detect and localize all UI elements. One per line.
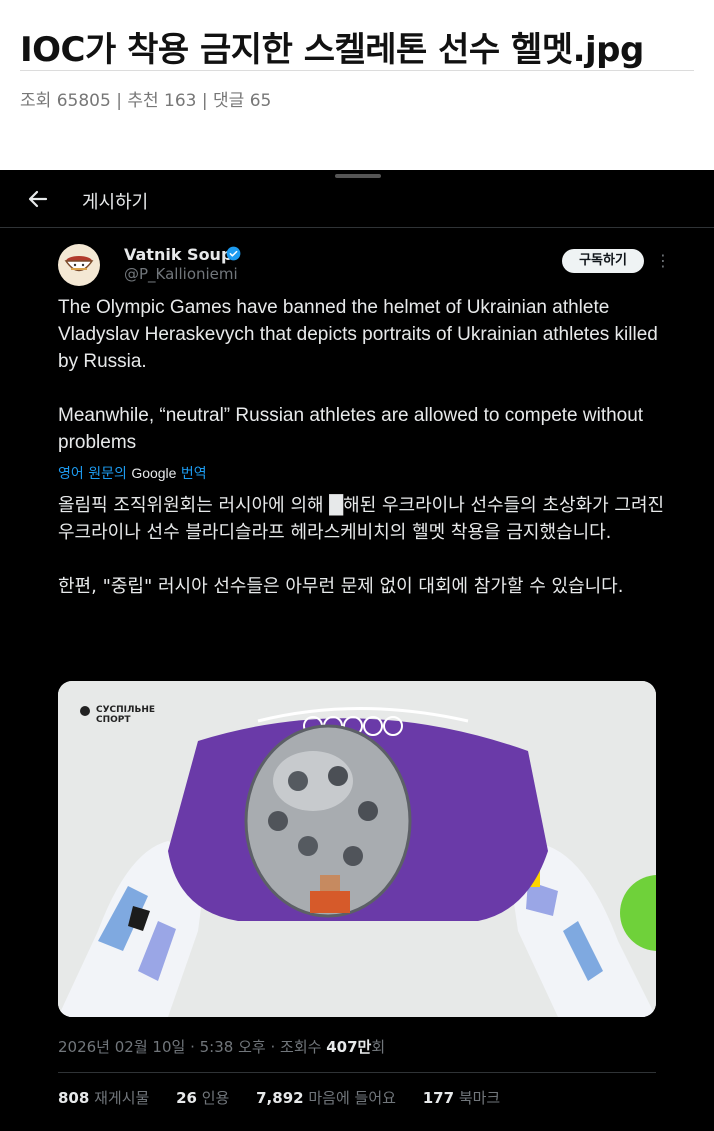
tweet-paragraph: 올림픽 조직위원회는 러시아에 의해 █해된 우크라이나 선수들의 초상화가 그… bbox=[58, 495, 665, 543]
recommend-label: 추천 bbox=[127, 91, 159, 111]
views-count: 65805 bbox=[56, 91, 111, 111]
nav-divider bbox=[0, 227, 714, 228]
arrow-left-icon[interactable] bbox=[26, 187, 50, 211]
tweet-paragraph: The Olympic Games have banned the helmet… bbox=[58, 297, 658, 372]
timestamp-dot: · bbox=[190, 1038, 195, 1056]
tweet-paragraph: Meanwhile, “neutral” Russian athletes ar… bbox=[58, 405, 644, 453]
tweet-timestamp: 2026년 02월 10일 · 5:38 오후 · 조회수 407만회 bbox=[58, 1036, 385, 1057]
stat-value: 808 bbox=[58, 1089, 90, 1107]
watermark-line: СУСПІЛЬНЕ bbox=[96, 705, 156, 715]
meta-separator: | bbox=[116, 91, 122, 111]
views-label: 조회 bbox=[20, 91, 52, 111]
post-meta: 조회 65805 | 추천 163 | 댓글 65 bbox=[20, 86, 271, 111]
verified-badge-icon bbox=[226, 246, 241, 261]
author-name[interactable]: Vatnik Soup bbox=[124, 245, 232, 264]
stat-bookmarks[interactable]: 177 북마크 bbox=[423, 1087, 501, 1108]
soup-bowl-avatar-icon bbox=[64, 256, 94, 272]
embedded-tweet-screenshot: 게시하기 Vatnik Soup @P_Kallioniemi 구독하기 ⋮ T… bbox=[0, 170, 714, 1131]
stat-label: 인용 bbox=[201, 1089, 230, 1107]
suspilne-logo-icon bbox=[80, 706, 90, 716]
timestamp-dot: · bbox=[270, 1038, 276, 1056]
tweet-date[interactable]: 2026년 02월 10일 bbox=[58, 1038, 185, 1056]
stat-likes[interactable]: 7,892 마음에 들어요 bbox=[256, 1087, 396, 1108]
stats-divider bbox=[58, 1072, 656, 1073]
nav-title: 게시하기 bbox=[82, 192, 149, 213]
tweet-text-original: The Olympic Games have banned the helmet… bbox=[58, 294, 678, 456]
sheet-grabber-handle[interactable] bbox=[335, 174, 381, 178]
views-suffix: 회 bbox=[371, 1038, 386, 1056]
avatar[interactable] bbox=[58, 244, 100, 286]
translation-source-lang: 영어 원문의 bbox=[58, 466, 127, 482]
stat-reposts[interactable]: 808 재게시물 bbox=[58, 1087, 149, 1108]
recommend-count: 163 bbox=[164, 91, 197, 111]
comments-count: 65 bbox=[249, 91, 272, 111]
stat-value: 26 bbox=[176, 1089, 197, 1107]
stat-value: 177 bbox=[422, 1089, 455, 1107]
engagement-stats: 808 재게시물 26 인용 7,892 마음에 들어요 177 북마크 bbox=[58, 1087, 522, 1108]
views-label: 조회수 bbox=[280, 1038, 322, 1056]
stat-value: 7,892 bbox=[256, 1089, 304, 1107]
views-count: 407만 bbox=[326, 1038, 372, 1056]
subscribe-button[interactable]: 구독하기 bbox=[562, 249, 644, 273]
translation-attribution[interactable]: 영어 원문의 Google 번역 bbox=[58, 463, 207, 483]
comments-label: 댓글 bbox=[213, 91, 245, 111]
translation-label: 번역 bbox=[180, 466, 207, 482]
watermark-line: СПОРТ bbox=[96, 715, 131, 725]
tweet-paragraph: 한편, "중립" 러시아 선수들은 아무런 문제 없이 대회에 참가할 수 있습… bbox=[58, 576, 624, 597]
stat-label: 북마크 bbox=[458, 1089, 501, 1107]
skeleton-helmet-photo bbox=[58, 681, 656, 1017]
tweet-media-image[interactable]: СУСПІЛЬНЕ СПОРТ bbox=[58, 681, 656, 1017]
stat-label: 마음에 들어요 bbox=[308, 1089, 396, 1107]
meta-separator: | bbox=[201, 91, 208, 111]
post-title: IOC가 착용 금지한 스켈레톤 선수 헬멧.jpg bbox=[20, 30, 644, 70]
more-vertical-icon[interactable]: ⋮ bbox=[655, 252, 671, 270]
author-handle[interactable]: @P_Kallioniemi bbox=[124, 265, 238, 283]
title-divider bbox=[20, 70, 694, 71]
stat-label: 재게시물 bbox=[94, 1089, 150, 1107]
stat-quotes[interactable]: 26 인용 bbox=[176, 1087, 229, 1108]
tweet-text-translated: 올림픽 조직위원회는 러시아에 의해 █해된 우크라이나 선수들의 초상화가 그… bbox=[58, 492, 678, 600]
tweet-time[interactable]: 5:38 오후 bbox=[200, 1038, 266, 1056]
media-watermark: СУСПІЛЬНЕ СПОРТ bbox=[96, 705, 155, 725]
google-logo: Google bbox=[131, 465, 177, 481]
